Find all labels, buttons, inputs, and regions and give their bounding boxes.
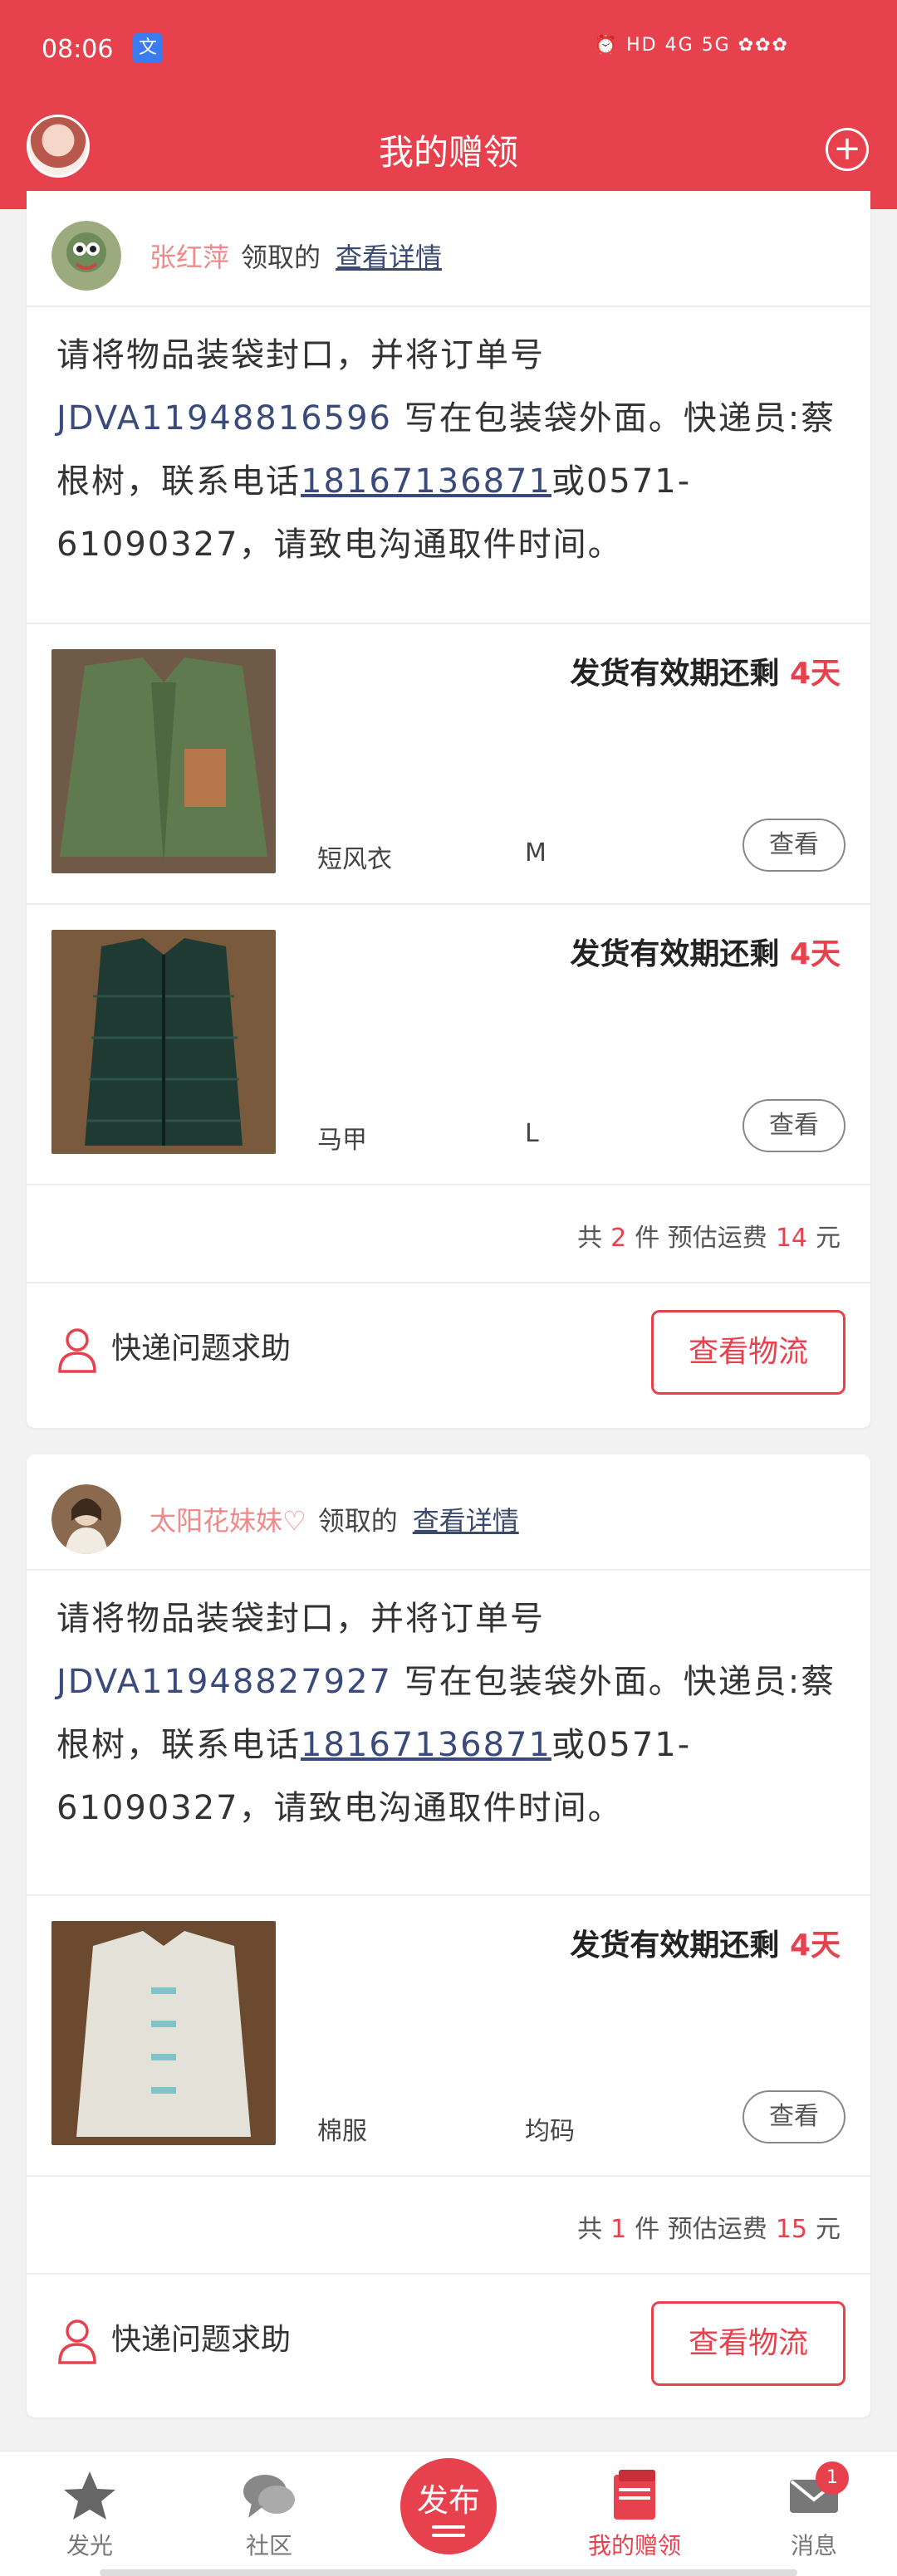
order-summary: 共2 件 预估运费 14 元 bbox=[577, 1217, 841, 1254]
view-detail-link[interactable]: 查看详情 bbox=[336, 242, 442, 273]
top-bar: 08:06 文 ⏰ HD 4G 5G ✿✿✿ 我的赠领 + bbox=[0, 0, 897, 209]
shipping-fee: 14 bbox=[775, 1224, 807, 1253]
ship-deadline: 发货有效期还剩 4天 bbox=[570, 649, 841, 692]
divider bbox=[27, 2273, 870, 2275]
summary-text: 共 bbox=[577, 2215, 603, 2244]
page-title: 我的赠领 bbox=[378, 132, 518, 173]
receiver-avatar[interactable] bbox=[51, 1484, 121, 1554]
deadline-label: 发货有效期还剩 bbox=[570, 1928, 780, 1963]
deadline-label: 发货有效期还剩 bbox=[570, 937, 780, 971]
order-item: 发货有效期还剩 4天 马甲 L 查看 bbox=[27, 905, 870, 1184]
deadline-label: 发货有效期还剩 bbox=[570, 657, 780, 691]
order-item: 发货有效期还剩 4天 棉服 均码 查看 bbox=[27, 1896, 870, 2175]
ship-deadline: 发货有效期还剩 4天 bbox=[570, 1921, 841, 1964]
help-label: 快递问题求助 bbox=[111, 1332, 292, 1366]
chat-icon bbox=[243, 2475, 295, 2518]
order-header: 张红萍 领取的 查看详情 bbox=[27, 191, 870, 307]
tab-label: 社区 bbox=[245, 2532, 292, 2559]
packing-notice: 请将物品装袋封口，并将订单号 JDVA11948827927 写在包装袋外面。快… bbox=[56, 1587, 841, 1840]
order-number: JDVA11948827927 bbox=[56, 1663, 393, 1701]
publish-icon bbox=[432, 2534, 465, 2537]
shipping-fee: 15 bbox=[775, 2215, 807, 2244]
status-bar: 08:06 文 ⏰ HD 4G 5G ✿✿✿ bbox=[42, 32, 855, 73]
home-indicator[interactable] bbox=[100, 2569, 797, 2576]
order-card: 太阳花妹妹♡ 领取的 查看详情 请将物品装袋封口，并将订单号 JDVA1194882… bbox=[27, 1454, 870, 2417]
summary-text: 件 预估运费 bbox=[635, 1224, 767, 1253]
order-summary: 共1 件 预估运费 15 元 bbox=[577, 2208, 841, 2245]
status-indicators: ⏰ HD 4G 5G ✿✿✿ bbox=[594, 35, 789, 56]
order-item: 发货有效期还剩 4天 短风衣 M 查看 bbox=[27, 624, 870, 903]
item-photo[interactable] bbox=[51, 930, 276, 1154]
add-button[interactable]: + bbox=[826, 128, 869, 171]
divider bbox=[27, 1282, 870, 1283]
order-title: 张红萍 领取的 查看详情 bbox=[150, 237, 442, 275]
view-logistics-button[interactable]: 查看物流 bbox=[651, 2301, 846, 2386]
item-name: 短风衣 bbox=[317, 845, 392, 874]
view-logistics-button[interactable]: 查看物流 bbox=[651, 1310, 846, 1395]
tab-community[interactable]: 社区 bbox=[211, 2466, 327, 2561]
divider bbox=[27, 1184, 870, 1185]
unread-badge: 1 bbox=[816, 2461, 849, 2495]
star-icon bbox=[64, 2471, 115, 2520]
item-size: M bbox=[525, 838, 547, 868]
deadline-days: 4天 bbox=[789, 1928, 841, 1963]
tab-shine[interactable]: 发光 bbox=[32, 2466, 148, 2561]
receiver-avatar[interactable] bbox=[51, 221, 121, 291]
item-photo[interactable] bbox=[51, 1921, 276, 2145]
tab-label: 我的赠领 bbox=[587, 2532, 681, 2559]
view-item-button[interactable]: 查看 bbox=[743, 2090, 846, 2143]
currency-unit: 元 bbox=[816, 1224, 841, 1253]
summary-text: 件 预估运费 bbox=[635, 2215, 767, 2244]
receiver-name[interactable]: 张红萍 bbox=[150, 242, 229, 273]
received-label: 领取的 bbox=[241, 242, 321, 273]
person-icon bbox=[58, 2319, 96, 2364]
order-card: 张红萍 领取的 查看详情 请将物品装袋封口，并将订单号 JDVA1194881659… bbox=[27, 191, 870, 1428]
bottom-tab-bar: 发光 社区 发布 我的赠领 消息 1 bbox=[0, 2451, 897, 2576]
tab-my-gifts[interactable]: 我的赠领 bbox=[576, 2466, 693, 2561]
divider bbox=[27, 2175, 870, 2177]
phone-link[interactable]: 18167136871 bbox=[301, 462, 551, 501]
item-count: 2 bbox=[610, 1224, 627, 1253]
view-detail-link[interactable]: 查看详情 bbox=[413, 1505, 519, 1537]
summary-text: 共 bbox=[577, 1224, 603, 1253]
courier-help[interactable]: 快递问题求助 bbox=[56, 1324, 291, 1373]
view-item-button[interactable]: 查看 bbox=[743, 1099, 846, 1152]
deadline-days: 4天 bbox=[789, 657, 841, 691]
notice-text: 请将物品装袋封口，并将订单号 bbox=[56, 1600, 545, 1638]
deadline-days: 4天 bbox=[789, 937, 841, 971]
order-number: JDVA11948816596 bbox=[56, 399, 393, 437]
app-badge-icon: 文 bbox=[133, 33, 163, 63]
tab-messages[interactable]: 消息 1 bbox=[756, 2461, 872, 2561]
item-count: 1 bbox=[610, 2215, 627, 2244]
notice-text: 请将物品装袋封口，并将订单号 bbox=[56, 336, 545, 374]
item-size: L bbox=[525, 1119, 539, 1148]
status-time: 08:06 bbox=[42, 35, 114, 64]
item-name: 棉服 bbox=[317, 2117, 367, 2146]
packing-notice: 请将物品装袋封口，并将订单号 JDVA11948816596 写在包装袋外面。快… bbox=[56, 324, 841, 576]
currency-unit: 元 bbox=[816, 2215, 841, 2244]
item-name: 马甲 bbox=[317, 1126, 367, 1155]
phone-link[interactable]: 18167136871 bbox=[301, 1726, 551, 1764]
ship-deadline: 发货有效期还剩 4天 bbox=[570, 930, 841, 973]
order-title: 太阳花妹妹♡ 领取的 查看详情 bbox=[150, 1500, 519, 1538]
person-icon bbox=[58, 1328, 96, 1373]
view-item-button[interactable]: 查看 bbox=[743, 819, 846, 872]
help-label: 快递问题求助 bbox=[111, 2323, 292, 2357]
gift-box-icon bbox=[614, 2470, 655, 2520]
item-photo[interactable] bbox=[51, 649, 276, 873]
tab-label: 发光 bbox=[66, 2532, 113, 2559]
tab-label: 消息 bbox=[790, 2532, 837, 2559]
item-size: 均码 bbox=[525, 2117, 575, 2146]
received-label: 领取的 bbox=[317, 1505, 398, 1537]
publish-button[interactable]: 发布 bbox=[400, 2458, 497, 2554]
publish-icon bbox=[432, 2525, 465, 2529]
receiver-name[interactable]: 太阳花妹妹♡ bbox=[150, 1505, 306, 1537]
publish-label: 发布 bbox=[416, 2482, 480, 2519]
courier-help[interactable]: 快递问题求助 bbox=[56, 2315, 291, 2364]
order-header: 太阳花妹妹♡ 领取的 查看详情 bbox=[27, 1454, 870, 1571]
